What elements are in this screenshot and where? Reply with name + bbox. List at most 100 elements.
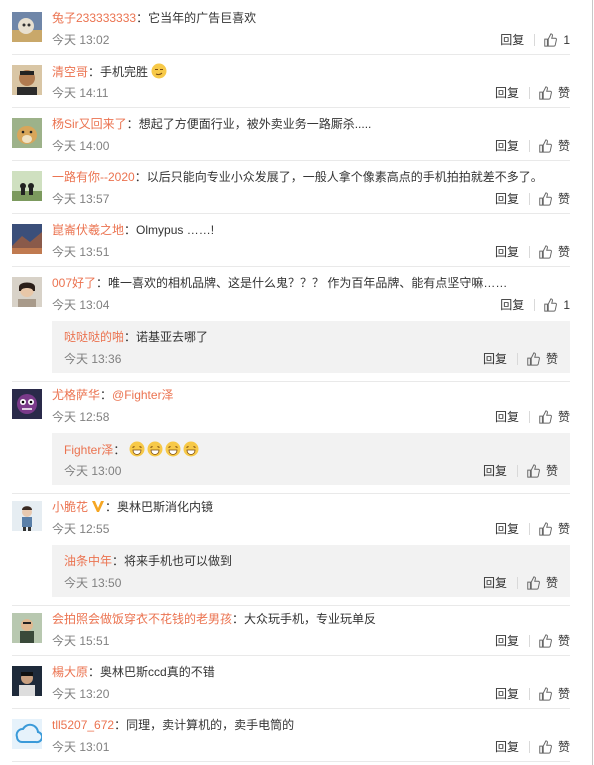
username-link[interactable]: 楊大原 <box>52 665 88 679</box>
reply-button[interactable]: 回复 <box>495 85 529 101</box>
username-link[interactable]: 崑崙伏羲之地 <box>52 223 124 237</box>
like-button[interactable]: 赞 <box>538 244 570 260</box>
like-button[interactable]: 赞 <box>538 521 570 537</box>
like-label: 赞 <box>545 576 558 590</box>
like-label: 赞 <box>545 352 558 366</box>
reply-button[interactable]: 回复 <box>495 138 529 154</box>
timestamp: 今天 13:57 <box>52 192 110 206</box>
comment-text: 奥林巴斯消化内镜 <box>117 500 214 514</box>
reply-button[interactable]: 回复 <box>483 351 517 367</box>
avatar[interactable] <box>12 65 42 95</box>
like-button[interactable]: 赞 <box>538 739 570 755</box>
laughing-emoji-icon <box>165 441 181 457</box>
username-link[interactable]: 会拍照会做饭穿衣不花钱的老男孩 <box>52 612 232 626</box>
like-button[interactable]: 赞 <box>526 351 558 367</box>
username-link[interactable]: 小脆花 <box>52 500 88 514</box>
like-label: 赞 <box>557 740 570 754</box>
like-label: 赞 <box>557 245 570 259</box>
reply-button[interactable]: 回复 <box>495 739 529 755</box>
comment-item: 会拍照会做饭穿衣不花钱的老男孩：大众玩手机，专业玩单反 今天 15:51 回复 … <box>12 611 570 656</box>
like-button[interactable]: 赞 <box>538 409 570 425</box>
username-link[interactable]: 油条中年 <box>64 554 112 568</box>
smirk-emoji-icon <box>151 63 167 79</box>
comment-item: 兔子233333333：它当年的广告巨喜欢 今天 13:02 回复 1 <box>12 10 570 55</box>
avatar[interactable] <box>12 12 42 42</box>
like-button[interactable]: 赞 <box>526 575 558 591</box>
reply-button[interactable]: 回复 <box>495 409 529 425</box>
username-link[interactable]: 清空哥 <box>52 65 88 79</box>
avatar[interactable] <box>12 501 42 531</box>
comment-item: 崑崙伏羲之地：Olmypus ……! 今天 13:51 回复 赞 <box>12 222 570 267</box>
vip-badge-icon <box>92 501 105 512</box>
timestamp: 今天 12:55 <box>52 522 110 536</box>
like-count: 1 <box>563 33 570 47</box>
reply-button[interactable]: 回复 <box>500 32 534 48</box>
laughing-emoji-icon <box>147 441 163 457</box>
thumbs-up-icon <box>527 464 540 478</box>
avatar[interactable] <box>12 389 42 419</box>
comment-text: 手机完胜 <box>100 65 149 79</box>
reply-text: 诺基亚去哪了 <box>136 330 209 344</box>
username-link[interactable]: tll5207_672 <box>52 718 114 732</box>
comment-text: 唯一喜欢的相机品牌、这是什么鬼？？？ 作为百年品牌、能有点坚守嘛…… <box>108 276 508 290</box>
thumbs-up-icon <box>527 576 540 590</box>
avatar[interactable] <box>12 666 42 696</box>
avatar[interactable] <box>12 277 42 307</box>
thumbs-up-icon <box>527 352 540 366</box>
reply-button[interactable]: 回复 <box>500 297 534 313</box>
reply-button[interactable]: 回复 <box>495 244 529 260</box>
comment-text: 大众玩手机，专业玩单反 <box>244 612 377 626</box>
like-button[interactable]: 1 <box>543 297 570 313</box>
reply-text: 将来手机也可以做到 <box>124 554 233 568</box>
like-button[interactable]: 1 <box>543 32 570 48</box>
timestamp: 今天 13:01 <box>52 740 110 754</box>
like-label: 赞 <box>557 634 570 648</box>
comment-item: 尤格萨华：@Fighter泽 今天 12:58 回复 赞 Fighter泽： 今… <box>12 387 570 494</box>
timestamp: 今天 13:36 <box>64 352 122 366</box>
comment-text: 同理，卖计算机的，卖手电筒的 <box>126 718 295 732</box>
timestamp: 今天 13:50 <box>64 576 122 590</box>
like-button[interactable]: 赞 <box>538 85 570 101</box>
reply-button[interactable]: 回复 <box>483 575 517 591</box>
like-label: 赞 <box>557 86 570 100</box>
like-button[interactable]: 赞 <box>538 633 570 649</box>
username-link[interactable]: 杨Sir又回来了 <box>52 117 127 131</box>
reply-button[interactable]: 回复 <box>495 191 529 207</box>
sub-reply: 油条中年：将来手机也可以做到 今天 13:50 回复 赞 <box>52 545 570 597</box>
username-link[interactable]: 哒哒哒的啪 <box>64 330 124 344</box>
username-link[interactable]: 007好了 <box>52 276 96 290</box>
reply-button[interactable]: 回复 <box>495 686 529 702</box>
avatar[interactable] <box>12 118 42 148</box>
reply-button[interactable]: 回复 <box>495 633 529 649</box>
sub-reply: Fighter泽： 今天 13:00 回复 赞 <box>52 433 570 485</box>
timestamp: 今天 15:51 <box>52 634 110 648</box>
like-button[interactable]: 赞 <box>538 191 570 207</box>
avatar[interactable] <box>12 171 42 201</box>
timestamp: 今天 14:11 <box>52 86 109 100</box>
username-link[interactable]: Fighter泽 <box>64 443 113 457</box>
like-button[interactable]: 赞 <box>538 138 570 154</box>
laughing-emoji-icon <box>129 441 145 457</box>
comment-item: tll5207_672：同理，卖计算机的，卖手电筒的 今天 13:01 回复 赞 <box>12 717 570 762</box>
like-button[interactable]: 赞 <box>526 463 558 479</box>
avatar[interactable] <box>12 224 42 254</box>
comment-text: Olmypus ……! <box>136 223 215 237</box>
mention-link[interactable]: @Fighter泽 <box>112 388 174 402</box>
timestamp: 今天 12:58 <box>52 410 110 424</box>
thumbs-up-icon <box>539 410 552 424</box>
username-link[interactable]: 一路有你--2020 <box>52 170 135 184</box>
comment-list: 兔子233333333：它当年的广告巨喜欢 今天 13:02 回复 1 清空哥：… <box>0 0 593 765</box>
avatar[interactable] <box>12 719 42 749</box>
username-link[interactable]: 尤格萨华 <box>52 388 100 402</box>
timestamp: 今天 13:20 <box>52 687 110 701</box>
reply-button[interactable]: 回复 <box>495 521 529 537</box>
reply-button[interactable]: 回复 <box>483 463 517 479</box>
sub-reply: 哒哒哒的啪：诺基亚去哪了 今天 13:36 回复 赞 <box>52 321 570 373</box>
thumbs-up-icon <box>544 33 558 47</box>
like-count: 1 <box>563 298 570 312</box>
username-link[interactable]: 兔子233333333 <box>52 11 136 25</box>
timestamp: 今天 13:04 <box>52 298 110 312</box>
avatar[interactable] <box>12 613 42 643</box>
comment-text: 奥林巴斯ccd真的不错 <box>100 665 215 679</box>
like-button[interactable]: 赞 <box>538 686 570 702</box>
